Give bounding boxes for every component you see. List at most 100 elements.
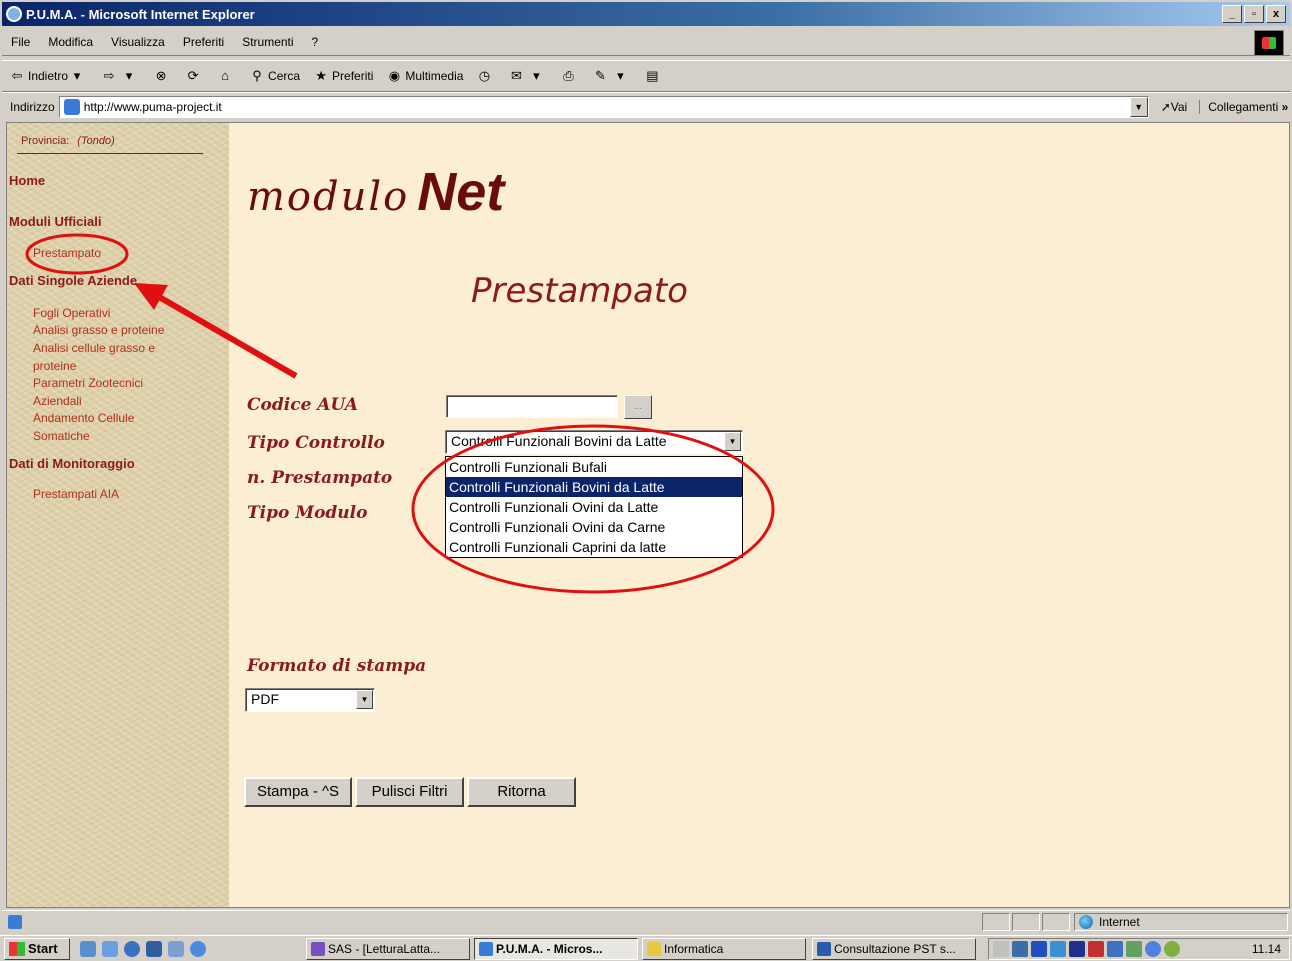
links-button[interactable]: Collegamenti » (1199, 99, 1289, 114)
go-button[interactable]: ➚Vai (1161, 100, 1188, 114)
close-button[interactable]: x (1266, 5, 1286, 23)
quicklaunch-app-icon[interactable] (168, 940, 184, 957)
search-label: Cerca (268, 69, 301, 83)
chevron-down-icon[interactable]: ▼ (724, 432, 741, 451)
mail-button[interactable]: ✉ ▾ (507, 67, 547, 85)
pulisci-filtri-button[interactable]: Pulisci Filtri (355, 777, 464, 807)
edit-dropdown-icon[interactable]: ▾ (611, 67, 629, 85)
forward-button[interactable]: ⇨ ▾ (100, 67, 140, 85)
refresh-icon: ⟳ (187, 68, 199, 83)
menu-visualizza[interactable]: Visualizza (111, 35, 165, 49)
start-button[interactable]: Start (4, 937, 70, 960)
nav-dati-singole-aziende[interactable]: Dati Singole Aziende (9, 273, 137, 288)
menu-modifica[interactable]: Modifica (48, 35, 93, 49)
language-icon[interactable] (1069, 941, 1085, 957)
discuss-button[interactable]: ▤ (643, 67, 663, 85)
quicklaunch-ie-icon[interactable] (190, 940, 206, 957)
history-button[interactable]: ◷ (475, 67, 495, 85)
nav-home[interactable]: Home (9, 173, 45, 188)
address-dropdown-icon[interactable]: ▼ (1129, 96, 1148, 117)
volume-icon[interactable] (993, 941, 1009, 957)
nav-fogli-operativi[interactable]: Fogli Operativi (33, 305, 223, 323)
logo-net: Net (417, 162, 505, 222)
option-ovini-carne[interactable]: Controlli Funzionali Ovini da Carne (446, 517, 742, 537)
nav-prestampati-aia[interactable]: Prestampati AIA (33, 486, 223, 504)
menu-preferiti[interactable]: Preferiti (183, 35, 224, 49)
formato-value: PDF (251, 691, 279, 707)
n-prestampato-label: n. Prestampato (247, 468, 393, 488)
media-button[interactable]: ◉ Multimedia (385, 67, 464, 85)
tray-app-icon[interactable] (1107, 941, 1123, 957)
menu-help[interactable]: ? (312, 35, 319, 49)
nav-parametri-zootecnici[interactable]: Parametri Zootecnici Aziendali (33, 375, 168, 410)
task-puma[interactable]: P.U.M.A. - Micros... (474, 938, 638, 960)
menu-file[interactable]: File (11, 35, 30, 49)
option-bufali[interactable]: Controlli Funzionali Bufali (446, 457, 742, 477)
tipo-controllo-value: Controlli Funzionali Bovini da Latte (451, 433, 667, 449)
codice-aua-input[interactable] (446, 395, 618, 418)
nav-analisi-cellule[interactable]: Analisi cellule grasso e proteine (33, 340, 183, 375)
word-icon (817, 942, 831, 956)
menu-strumenti[interactable]: Strumenti (242, 35, 293, 49)
mail-dropdown-icon[interactable]: ▾ (527, 67, 545, 85)
sas-icon (311, 942, 325, 956)
nav-prestampato[interactable]: Prestampato (33, 245, 223, 263)
forward-arrow-icon: ⇨ (103, 68, 115, 83)
nav-andamento-cellule[interactable]: Andamento Cellule Somatiche (33, 410, 158, 445)
antivirus-icon[interactable] (1088, 941, 1104, 957)
option-ovini-latte[interactable]: Controlli Funzionali Ovini da Latte (446, 497, 742, 517)
minimize-button[interactable]: _ (1222, 5, 1242, 23)
tipo-controllo-select[interactable]: Controlli Funzionali Bovini da Latte ▼ (445, 430, 743, 454)
quicklaunch-desktop-icon[interactable] (80, 940, 96, 957)
stampa-button[interactable]: Stampa - ^S (244, 777, 352, 807)
menu-bar: File Modifica Visualizza Preferiti Strum… (2, 28, 1290, 56)
network-icon[interactable] (1012, 941, 1028, 957)
quicklaunch-outlook-icon[interactable] (102, 940, 118, 957)
codice-aua-label: Codice AUA (247, 395, 358, 415)
zone-label: Internet (1099, 915, 1140, 929)
nav-dati-monitoraggio[interactable]: Dati di Monitoraggio (9, 456, 135, 471)
ritorna-button[interactable]: Ritorna (467, 777, 576, 807)
provincia-divider (17, 153, 203, 154)
option-bovini-latte[interactable]: Controlli Funzionali Bovini da Latte (446, 477, 742, 497)
refresh-button[interactable]: ⟳ (184, 67, 204, 85)
task-consultazione[interactable]: Consultazione PST s... (812, 938, 976, 960)
formato-stampa-select[interactable]: PDF ▼ (245, 688, 375, 712)
monitor-icon[interactable] (1050, 941, 1066, 957)
stop-button[interactable]: ⊗ (152, 67, 172, 85)
search-button[interactable]: ⚲ Cerca (248, 67, 300, 85)
quick-launch (80, 940, 206, 957)
media-tray-icon[interactable] (1031, 941, 1047, 957)
forward-dropdown-icon[interactable]: ▾ (120, 67, 138, 85)
favorites-button[interactable]: ★ Preferiti (312, 67, 373, 85)
task-informatica[interactable]: Informatica (642, 938, 806, 960)
ie-window: P.U.M.A. - Microsoft Internet Explorer _… (0, 0, 1292, 961)
print-button[interactable]: ⎙ (559, 67, 579, 85)
tray-update-icon[interactable] (1164, 941, 1180, 957)
chevron-down-icon[interactable]: ▼ (356, 690, 373, 709)
tray-messenger-icon[interactable] (1145, 941, 1161, 957)
media-label: Multimedia (405, 69, 464, 83)
quicklaunch-media-icon[interactable] (124, 940, 140, 957)
option-caprini-latte[interactable]: Controlli Funzionali Caprini da latte (446, 537, 742, 557)
quicklaunch-window-icon[interactable] (146, 940, 162, 957)
favorites-label: Preferiti (332, 69, 374, 83)
system-tray: 11.14 (988, 938, 1290, 960)
back-button[interactable]: ⇦ Indietro ▾ (8, 67, 88, 85)
maximize-button[interactable]: ▫ (1244, 5, 1264, 23)
back-dropdown-icon[interactable]: ▾ (68, 67, 86, 85)
links-more-icon[interactable]: » (1282, 100, 1289, 114)
edit-button[interactable]: ✎ ▾ (591, 67, 631, 85)
logo-modulo: modulo (247, 174, 410, 220)
back-arrow-icon: ⇦ (11, 68, 23, 83)
task-sas[interactable]: SAS - [LetturaLatta... (306, 938, 470, 960)
address-input[interactable]: http://www.puma-project.it ▼ (58, 95, 1149, 118)
ie-task-icon (479, 942, 493, 956)
nav-analisi-grasso-proteine[interactable]: Analisi grasso e proteine (33, 322, 223, 340)
nav-moduli-ufficiali[interactable]: Moduli Ufficiali (9, 214, 101, 229)
tray-sync-icon[interactable] (1126, 941, 1142, 957)
provincia-value: (Tondo) (77, 135, 115, 147)
codice-aua-browse-button[interactable]: ... (624, 395, 652, 419)
provincia: Provincia: (Tondo) (21, 135, 115, 147)
home-button[interactable]: ⌂ (216, 67, 236, 85)
